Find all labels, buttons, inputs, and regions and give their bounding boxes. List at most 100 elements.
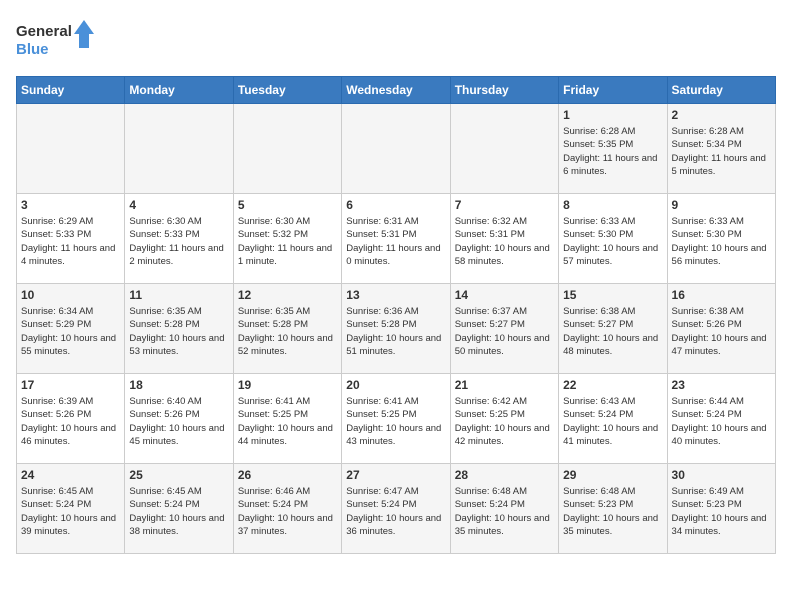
day-info: Sunrise: 6:36 AM Sunset: 5:28 PM Dayligh… [346, 305, 445, 358]
calendar-cell: 5 Sunrise: 6:30 AM Sunset: 5:32 PM Daylig… [233, 194, 341, 284]
calendar-cell: 23 Sunrise: 6:44 AM Sunset: 5:24 PM Dayli… [667, 374, 775, 464]
day-number: 23 [672, 378, 771, 392]
day-number: 4 [129, 198, 228, 212]
calendar-cell [233, 104, 341, 194]
weekday-header-tuesday: Tuesday [233, 77, 341, 104]
day-number: 19 [238, 378, 337, 392]
day-info: Sunrise: 6:37 AM Sunset: 5:27 PM Dayligh… [455, 305, 554, 358]
day-number: 13 [346, 288, 445, 302]
calendar-cell: 1 Sunrise: 6:28 AM Sunset: 5:35 PM Daylig… [559, 104, 667, 194]
day-info: Sunrise: 6:28 AM Sunset: 5:35 PM Dayligh… [563, 125, 662, 178]
calendar-cell: 24 Sunrise: 6:45 AM Sunset: 5:24 PM Dayli… [17, 464, 125, 554]
calendar-cell: 11 Sunrise: 6:35 AM Sunset: 5:28 PM Dayli… [125, 284, 233, 374]
day-info: Sunrise: 6:49 AM Sunset: 5:23 PM Dayligh… [672, 485, 771, 538]
day-info: Sunrise: 6:44 AM Sunset: 5:24 PM Dayligh… [672, 395, 771, 448]
day-number: 24 [21, 468, 120, 482]
calendar-cell: 18 Sunrise: 6:40 AM Sunset: 5:26 PM Dayli… [125, 374, 233, 464]
calendar-cell: 30 Sunrise: 6:49 AM Sunset: 5:23 PM Dayli… [667, 464, 775, 554]
day-info: Sunrise: 6:33 AM Sunset: 5:30 PM Dayligh… [672, 215, 771, 268]
day-number: 2 [672, 108, 771, 122]
weekday-header-wednesday: Wednesday [342, 77, 450, 104]
day-info: Sunrise: 6:46 AM Sunset: 5:24 PM Dayligh… [238, 485, 337, 538]
day-number: 17 [21, 378, 120, 392]
calendar-cell: 28 Sunrise: 6:48 AM Sunset: 5:24 PM Dayli… [450, 464, 558, 554]
calendar-cell [342, 104, 450, 194]
day-info: Sunrise: 6:41 AM Sunset: 5:25 PM Dayligh… [238, 395, 337, 448]
weekday-header-friday: Friday [559, 77, 667, 104]
day-number: 3 [21, 198, 120, 212]
calendar-cell [17, 104, 125, 194]
calendar-cell: 4 Sunrise: 6:30 AM Sunset: 5:33 PM Daylig… [125, 194, 233, 284]
day-info: Sunrise: 6:48 AM Sunset: 5:23 PM Dayligh… [563, 485, 662, 538]
day-number: 10 [21, 288, 120, 302]
day-number: 5 [238, 198, 337, 212]
calendar-cell [450, 104, 558, 194]
weekday-header-saturday: Saturday [667, 77, 775, 104]
calendar-cell: 15 Sunrise: 6:38 AM Sunset: 5:27 PM Dayli… [559, 284, 667, 374]
day-number: 18 [129, 378, 228, 392]
day-info: Sunrise: 6:29 AM Sunset: 5:33 PM Dayligh… [21, 215, 120, 268]
day-number: 1 [563, 108, 662, 122]
calendar-cell: 6 Sunrise: 6:31 AM Sunset: 5:31 PM Daylig… [342, 194, 450, 284]
day-info: Sunrise: 6:31 AM Sunset: 5:31 PM Dayligh… [346, 215, 445, 268]
svg-text:General: General [16, 23, 72, 40]
day-number: 28 [455, 468, 554, 482]
day-number: 21 [455, 378, 554, 392]
calendar-cell: 12Sunrise: 6:35 AM Sunset: 5:28 PM Dayli… [233, 284, 341, 374]
day-info: Sunrise: 6:43 AM Sunset: 5:24 PM Dayligh… [563, 395, 662, 448]
day-info: Sunrise: 6:38 AM Sunset: 5:27 PM Dayligh… [563, 305, 662, 358]
day-number: 9 [672, 198, 771, 212]
logo: General Blue [16, 16, 96, 64]
day-number: 22 [563, 378, 662, 392]
calendar-cell: 9 Sunrise: 6:33 AM Sunset: 5:30 PM Daylig… [667, 194, 775, 284]
day-info: Sunrise: 6:42 AM Sunset: 5:25 PM Dayligh… [455, 395, 554, 448]
calendar-cell: 27 Sunrise: 6:47 AM Sunset: 5:24 PM Dayli… [342, 464, 450, 554]
day-info: Sunrise: 6:45 AM Sunset: 5:24 PM Dayligh… [21, 485, 120, 538]
day-info: Sunrise: 6:41 AM Sunset: 5:25 PM Dayligh… [346, 395, 445, 448]
day-info: Sunrise: 6:28 AM Sunset: 5:34 PM Dayligh… [672, 125, 771, 178]
day-info: Sunrise: 6:35 AM Sunset: 5:28 PM Dayligh… [129, 305, 228, 358]
day-number: 25 [129, 468, 228, 482]
calendar-cell: 21 Sunrise: 6:42 AM Sunset: 5:25 PM Dayli… [450, 374, 558, 464]
day-number: 29 [563, 468, 662, 482]
day-number: 20 [346, 378, 445, 392]
calendar-cell: 2 Sunrise: 6:28 AM Sunset: 5:34 PM Daylig… [667, 104, 775, 194]
day-info: Sunrise: 6:40 AM Sunset: 5:26 PM Dayligh… [129, 395, 228, 448]
day-info: Sunrise: 6:30 AM Sunset: 5:32 PM Dayligh… [238, 215, 337, 268]
day-number: 12 [238, 288, 337, 302]
day-number: 8 [563, 198, 662, 212]
calendar-cell: 10 Sunrise: 6:34 AM Sunset: 5:29 PM Dayli… [17, 284, 125, 374]
day-info: Sunrise: 6:39 AM Sunset: 5:26 PM Dayligh… [21, 395, 120, 448]
day-info: Sunrise: 6:48 AM Sunset: 5:24 PM Dayligh… [455, 485, 554, 538]
calendar-cell: 22 Sunrise: 6:43 AM Sunset: 5:24 PM Dayli… [559, 374, 667, 464]
calendar-cell: 25 Sunrise: 6:45 AM Sunset: 5:24 PM Dayli… [125, 464, 233, 554]
day-info: Sunrise: 6:38 AM Sunset: 5:26 PM Dayligh… [672, 305, 771, 358]
calendar-cell: 20 Sunrise: 6:41 AM Sunset: 5:25 PM Dayli… [342, 374, 450, 464]
calendar-cell: 26 Sunrise: 6:46 AM Sunset: 5:24 PM Dayli… [233, 464, 341, 554]
day-info: Sunrise: 6:47 AM Sunset: 5:24 PM Dayligh… [346, 485, 445, 538]
day-info: Sunrise: 6:33 AM Sunset: 5:30 PM Dayligh… [563, 215, 662, 268]
calendar-cell: 8 Sunrise: 6:33 AM Sunset: 5:30 PM Daylig… [559, 194, 667, 284]
day-number: 27 [346, 468, 445, 482]
day-info: Sunrise: 6:30 AM Sunset: 5:33 PM Dayligh… [129, 215, 228, 268]
day-number: 14 [455, 288, 554, 302]
day-number: 11 [129, 288, 228, 302]
calendar-cell: 16 Sunrise: 6:38 AM Sunset: 5:26 PM Dayli… [667, 284, 775, 374]
day-number: 15 [563, 288, 662, 302]
calendar-cell: 29 Sunrise: 6:48 AM Sunset: 5:23 PM Dayli… [559, 464, 667, 554]
day-number: 16 [672, 288, 771, 302]
day-info: Sunrise: 6:45 AM Sunset: 5:24 PM Dayligh… [129, 485, 228, 538]
calendar-cell: 13 Sunrise: 6:36 AM Sunset: 5:28 PM Dayli… [342, 284, 450, 374]
page-header: General Blue [16, 16, 776, 64]
calendar-cell: 3 Sunrise: 6:29 AM Sunset: 5:33 PM Daylig… [17, 194, 125, 284]
svg-text:Blue: Blue [16, 41, 49, 58]
day-number: 6 [346, 198, 445, 212]
day-number: 26 [238, 468, 337, 482]
day-number: 30 [672, 468, 771, 482]
day-number: 7 [455, 198, 554, 212]
day-info: Sunrise: 6:32 AM Sunset: 5:31 PM Dayligh… [455, 215, 554, 268]
weekday-header-thursday: Thursday [450, 77, 558, 104]
calendar-cell: 14 Sunrise: 6:37 AM Sunset: 5:27 PM Dayli… [450, 284, 558, 374]
day-info: Sunrise: 6:34 AM Sunset: 5:29 PM Dayligh… [21, 305, 120, 358]
calendar-cell: 17 Sunrise: 6:39 AM Sunset: 5:26 PM Dayli… [17, 374, 125, 464]
